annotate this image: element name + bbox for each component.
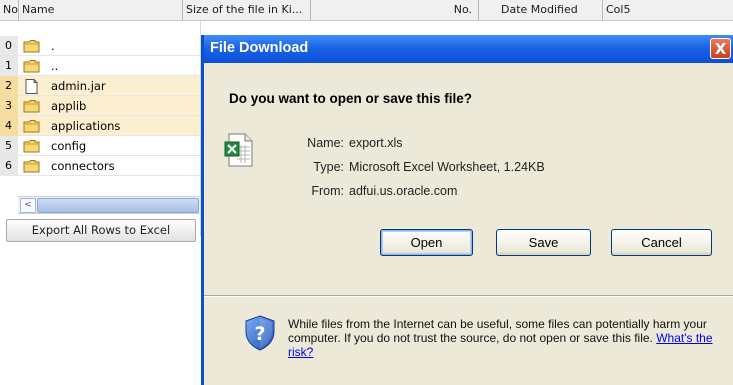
name-cell[interactable]: .	[18, 36, 200, 56]
dialog-titlebar[interactable]: File Download X	[204, 35, 733, 63]
file-name: connectors	[51, 159, 115, 173]
file-source-value: adfui.us.oracle.com	[349, 184, 458, 198]
name-cell[interactable]: connectors	[18, 156, 200, 176]
table-row[interactable]: 3 applib	[0, 96, 200, 116]
name-cell[interactable]: config	[18, 136, 200, 156]
scroll-left-icon[interactable]: <	[20, 198, 36, 213]
column-header-col5[interactable]: Col5	[602, 0, 733, 20]
table-row[interactable]: 5 config	[0, 136, 200, 156]
security-warning: While files from the Internet can be use…	[288, 317, 718, 359]
row-number: 5	[0, 136, 18, 156]
table-header: No Name Size of the file in Ki... No. Da…	[0, 0, 733, 21]
file-name-value: export.xls	[349, 136, 403, 150]
name-cell[interactable]: applications	[18, 116, 200, 136]
file-type-value: Microsoft Excel Worksheet, 1.24KB	[349, 160, 545, 174]
svg-text:?: ?	[254, 323, 265, 345]
file-name: ..	[51, 59, 59, 73]
name-cell[interactable]: ..	[18, 56, 200, 76]
file-name: applib	[51, 99, 87, 113]
column-header-number[interactable]: No.	[310, 0, 478, 20]
dialog-title: File Download	[210, 40, 309, 56]
cancel-button[interactable]: Cancel	[611, 229, 712, 256]
row-number: 3	[0, 96, 18, 116]
column-header-name[interactable]: Name	[18, 0, 182, 20]
row-number: 1	[0, 56, 18, 76]
column-header-no[interactable]: No	[0, 0, 18, 20]
name-cell[interactable]: admin.jar	[18, 76, 200, 96]
column-header-size[interactable]: Size of the file in Ki...	[182, 0, 310, 20]
download-question: Do you want to open or save this file?	[229, 91, 473, 106]
file-name: .	[51, 39, 55, 53]
row-number: 2	[0, 76, 18, 96]
table-row[interactable]: 4 applications	[0, 116, 200, 136]
export-to-excel-button[interactable]: Export All Rows to Excel	[6, 219, 196, 242]
file-name: applications	[51, 119, 121, 133]
table-row[interactable]: 6 connectors	[0, 156, 200, 176]
horizontal-scrollbar[interactable]: <	[18, 196, 200, 214]
shield-question-icon: ?	[244, 315, 276, 354]
name-cell[interactable]: applib	[18, 96, 200, 116]
row-number: 4	[0, 116, 18, 136]
table-row[interactable]: 1..	[0, 56, 200, 76]
security-warning-text: While files from the Internet can be use…	[288, 317, 707, 345]
open-button[interactable]: Open	[380, 229, 473, 256]
file-name: config	[51, 139, 87, 153]
scrollbar-thumb[interactable]	[37, 198, 199, 213]
table-row[interactable]: 2 admin.jar	[0, 76, 200, 96]
table-row[interactable]: 0.	[0, 36, 200, 56]
row-number: 6	[0, 156, 18, 176]
close-icon[interactable]: X	[710, 38, 731, 59]
excel-file-icon	[224, 133, 254, 170]
column-header-date-modified[interactable]: Date Modified	[478, 0, 602, 20]
folder-icon	[23, 159, 40, 179]
file-type-label: Type:	[313, 160, 344, 174]
dialog-divider	[204, 295, 733, 297]
file-name-label: Name:	[307, 136, 344, 150]
file-name: admin.jar	[51, 79, 106, 93]
save-button[interactable]: Save	[496, 229, 591, 256]
file-download-dialog: File Download X Do you want to open or s…	[201, 35, 733, 385]
row-number: 0	[0, 36, 18, 56]
file-source-label: From:	[311, 184, 344, 198]
